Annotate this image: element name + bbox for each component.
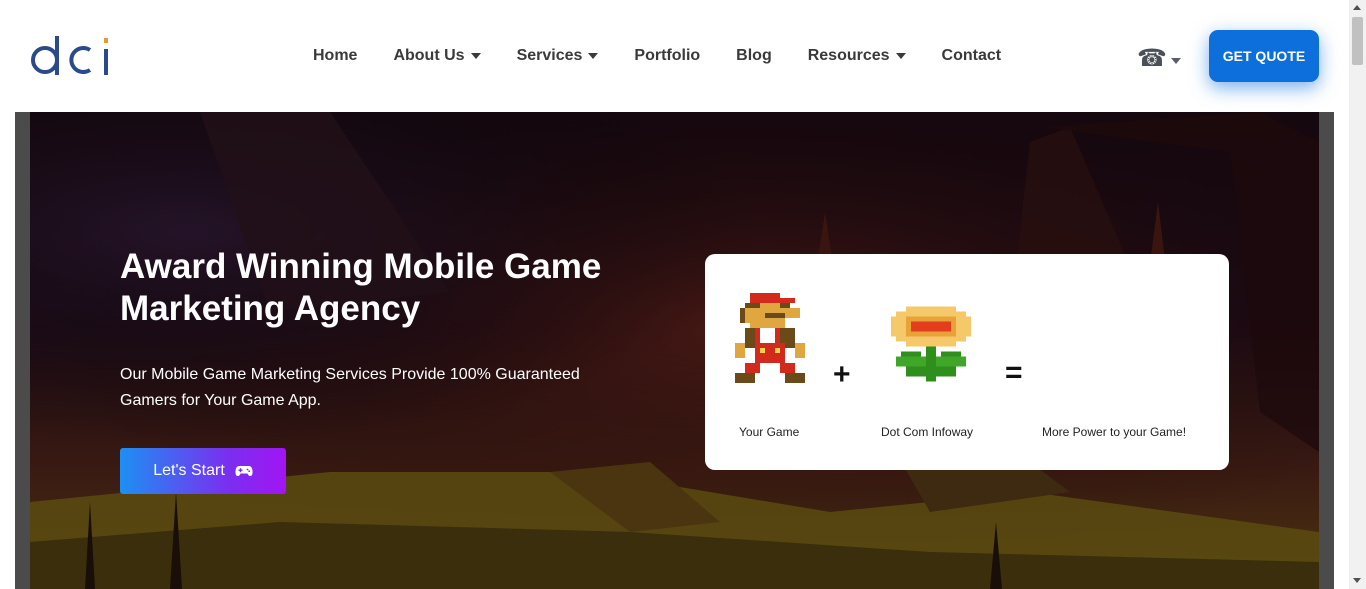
main-nav: Home About Us Services Portfolio Blog Re… (295, 0, 1019, 112)
nav-item-about-us[interactable]: About Us (375, 47, 498, 65)
scroll-down-arrow-icon[interactable] (1353, 578, 1361, 583)
phone-icon: ☎ (1137, 45, 1167, 72)
scroll-up-arrow-icon[interactable] (1353, 5, 1361, 10)
gamepad-icon (235, 466, 253, 476)
caret-down-icon (1170, 57, 1181, 64)
lets-start-label: Let's Start (153, 462, 225, 479)
caret-down-icon (470, 53, 481, 59)
caret-down-icon (895, 53, 906, 59)
page-scrollbar[interactable] (1349, 0, 1366, 589)
caption-dot-com-infoway: Dot Com Infoway (881, 425, 974, 439)
nav-item-label: Contact (941, 47, 1002, 64)
phone-dropdown[interactable]: ☎ (1137, 44, 1181, 73)
nav-item-label: Home (313, 47, 358, 64)
fire-flower-icon (891, 306, 971, 382)
nav-item-blog[interactable]: Blog (718, 47, 790, 65)
nav-item-home[interactable]: Home (295, 47, 375, 65)
lets-start-button[interactable]: Let's Start (120, 448, 286, 494)
site-header: Home About Us Services Portfolio Blog Re… (0, 0, 1349, 112)
hero-title: Award Winning Mobile Game Marketing Agen… (120, 247, 602, 328)
nav-item-portfolio[interactable]: Portfolio (616, 47, 718, 65)
nav-item-label: Services (516, 47, 583, 64)
plus-sign: + (833, 358, 851, 391)
nav-item-label: Portfolio (634, 47, 701, 64)
hero-subtitle: Our Mobile Game Marketing Services Provi… (120, 366, 580, 409)
nav-item-label: Resources (807, 47, 890, 64)
caption-your-game: Your Game (739, 425, 800, 439)
equation-card: + = Your Game Dot Com Infoway More Power… (705, 254, 1229, 470)
equals-sign: = (1005, 356, 1023, 389)
nav-item-label: Blog (736, 47, 772, 64)
scroll-thumb[interactable] (1352, 17, 1363, 65)
nav-item-label: About Us (393, 47, 465, 64)
caption-more-power: More Power to your Game! (1042, 425, 1187, 439)
caret-down-icon (588, 53, 599, 59)
nav-item-services[interactable]: Services (499, 47, 617, 65)
dci-logo[interactable] (30, 30, 112, 80)
hero-section: Award Winning Mobile Game Marketing Agen… (30, 112, 1319, 589)
get-quote-button[interactable]: GET QUOTE (1209, 30, 1319, 82)
nav-item-resources[interactable]: Resources (790, 47, 924, 65)
pixel-character-icon (735, 293, 805, 383)
nav-item-contact[interactable]: Contact (924, 47, 1020, 65)
